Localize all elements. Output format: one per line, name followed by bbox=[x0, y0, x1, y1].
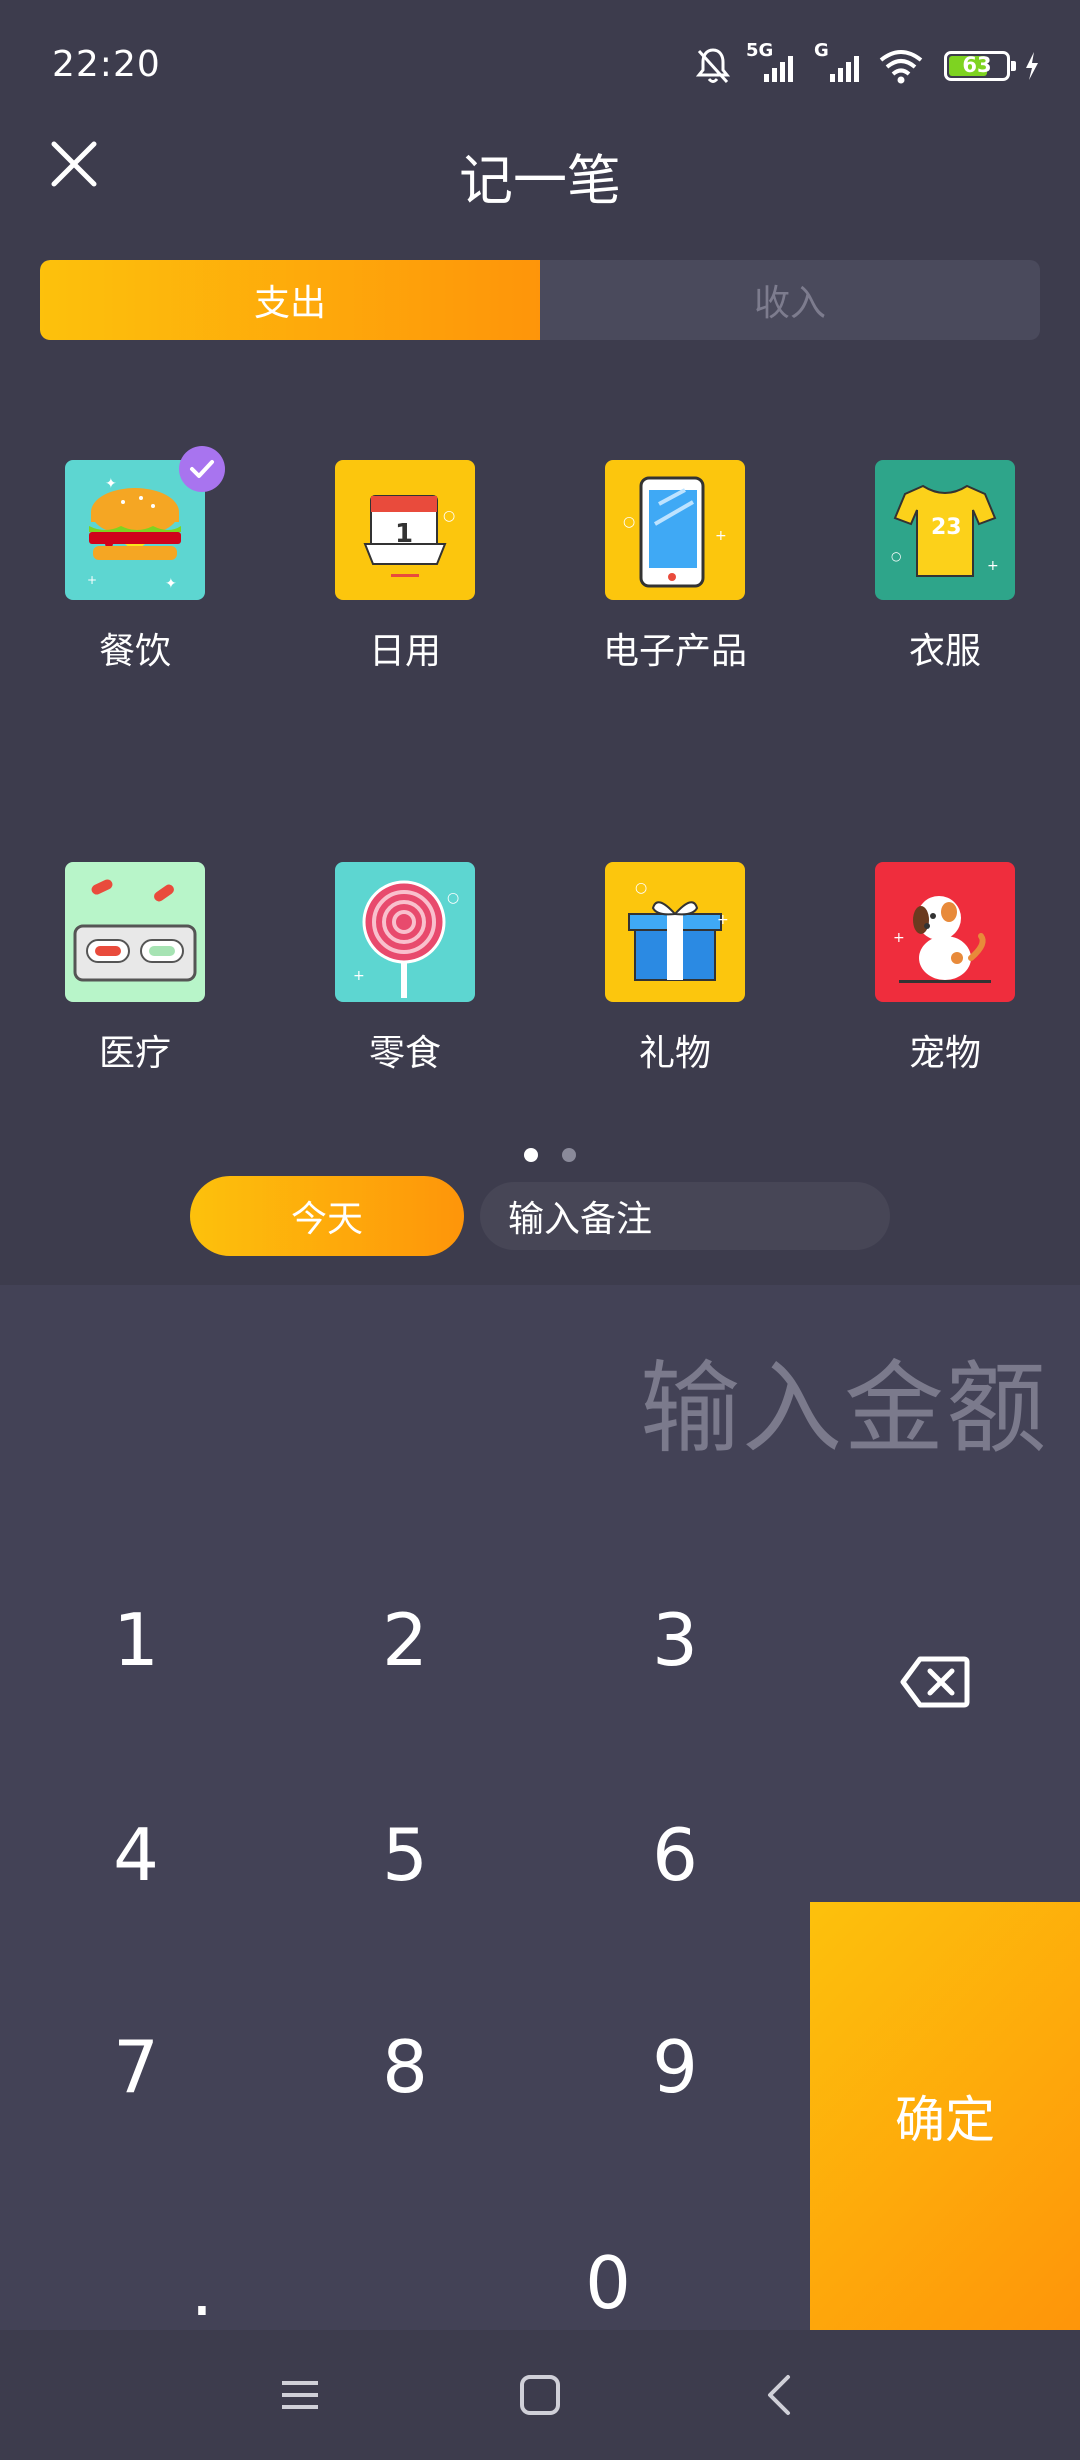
system-nav-bar bbox=[0, 2330, 1080, 2460]
selected-check-icon bbox=[179, 446, 225, 492]
date-picker-button[interactable]: 今天 bbox=[190, 1176, 464, 1256]
category-dining[interactable]: ✦ ✦ + 餐饮 bbox=[35, 446, 235, 674]
svg-text:+: + bbox=[893, 930, 905, 946]
page-indicator bbox=[0, 1148, 1080, 1162]
signal-5g-icon: 5G bbox=[746, 40, 798, 86]
nav-home-button[interactable] bbox=[500, 2360, 580, 2430]
charging-icon bbox=[1026, 52, 1038, 80]
burger-icon: ✦ ✦ + bbox=[65, 446, 225, 600]
category-clothes[interactable]: 23 ○ + 衣服 bbox=[845, 460, 1045, 674]
phone-icon: ○ + bbox=[605, 460, 745, 600]
dog-icon: + bbox=[875, 862, 1015, 1002]
key-3[interactable]: 3 bbox=[575, 1580, 775, 1700]
category-label: 电子产品 bbox=[602, 631, 747, 672]
category-electronics[interactable]: ○ + 电子产品 bbox=[575, 460, 775, 674]
pills-icon bbox=[65, 862, 205, 1002]
menu-icon bbox=[282, 2381, 318, 2409]
category-label: 衣服 bbox=[908, 631, 981, 672]
category-label: 零食 bbox=[368, 1033, 441, 1074]
category-label: 餐饮 bbox=[98, 631, 171, 672]
key-7[interactable]: 7 bbox=[36, 2007, 236, 2127]
key-0[interactable]: 0 bbox=[508, 2223, 708, 2343]
battery-icon: 63 bbox=[944, 51, 1016, 81]
home-square-icon bbox=[520, 2375, 560, 2415]
tshirt-number: 23 bbox=[931, 515, 962, 540]
status-icons: 5G G 63 bbox=[694, 40, 1040, 88]
note-input[interactable]: 输入备注 bbox=[480, 1182, 890, 1250]
key-9[interactable]: 9 bbox=[575, 2007, 775, 2127]
category-label: 宠物 bbox=[908, 1033, 981, 1074]
status-bar: 22:20 5G G 63 bbox=[0, 0, 1080, 130]
type-segmented-control: 支出 收入 bbox=[40, 260, 1040, 340]
svg-text:+: + bbox=[87, 573, 97, 587]
category-medical[interactable]: 医疗 bbox=[35, 862, 235, 1076]
category-label: 日用 bbox=[368, 631, 441, 672]
lollipop-icon: ○ + bbox=[335, 862, 475, 1002]
key-8[interactable]: 8 bbox=[305, 2007, 505, 2127]
category-daily[interactable]: 1 ○ 日用 bbox=[305, 460, 505, 674]
key-1[interactable]: 1 bbox=[36, 1580, 236, 1700]
key-5[interactable]: 5 bbox=[305, 1795, 505, 1915]
svg-text:+: + bbox=[717, 912, 729, 928]
svg-text:✦: ✦ bbox=[165, 576, 177, 592]
svg-text:+: + bbox=[715, 528, 727, 544]
amount-display: 输入金额 bbox=[640, 1350, 1048, 1467]
tshirt-icon: 23 ○ + bbox=[875, 460, 1015, 600]
key-6[interactable]: 6 bbox=[575, 1795, 775, 1915]
nav-back-button[interactable] bbox=[740, 2360, 820, 2430]
category-label: 医疗 bbox=[98, 1033, 171, 1074]
status-time: 22:20 bbox=[52, 44, 161, 85]
svg-text:+: + bbox=[987, 558, 999, 574]
svg-text:○: ○ bbox=[891, 549, 901, 563]
gift-icon: ○ + bbox=[605, 862, 745, 1002]
page-dot-2[interactable] bbox=[562, 1148, 576, 1162]
category-gift[interactable]: ○ + 礼物 bbox=[575, 862, 775, 1076]
key-4[interactable]: 4 bbox=[36, 1795, 236, 1915]
bell-muted-icon bbox=[695, 48, 731, 84]
wifi-icon bbox=[879, 50, 923, 84]
battery-level: 63 bbox=[962, 53, 992, 77]
category-pet[interactable]: + 宠物 bbox=[845, 862, 1045, 1076]
page-title: 记一笔 bbox=[459, 149, 621, 212]
nav-menu-button[interactable] bbox=[260, 2360, 340, 2430]
svg-text:○: ○ bbox=[443, 508, 455, 524]
category-snacks[interactable]: ○ + 零食 bbox=[305, 862, 505, 1076]
category-label: 礼物 bbox=[638, 1033, 711, 1074]
svg-text:○: ○ bbox=[635, 880, 647, 896]
tab-income[interactable]: 收入 bbox=[540, 260, 1040, 340]
signal-g-icon: G bbox=[812, 40, 864, 86]
keypad-area: 输入金额 1 2 3 4 5 6 7 8 9 . 0 确定 bbox=[0, 1285, 1080, 2332]
svg-text:○: ○ bbox=[623, 514, 635, 530]
tab-expense[interactable]: 支出 bbox=[40, 260, 540, 340]
svg-text:+: + bbox=[353, 968, 365, 984]
backspace-button[interactable] bbox=[900, 1655, 990, 1735]
calendar-icon: 1 ○ bbox=[335, 460, 475, 600]
key-2[interactable]: 2 bbox=[305, 1580, 505, 1700]
svg-text:✦: ✦ bbox=[105, 476, 117, 492]
back-chevron-icon bbox=[768, 2375, 790, 2415]
confirm-button[interactable]: 确定 bbox=[810, 1902, 1080, 2330]
svg-text:○: ○ bbox=[447, 890, 459, 906]
backspace-icon bbox=[900, 1656, 970, 1708]
page-dot-1[interactable] bbox=[524, 1148, 538, 1162]
